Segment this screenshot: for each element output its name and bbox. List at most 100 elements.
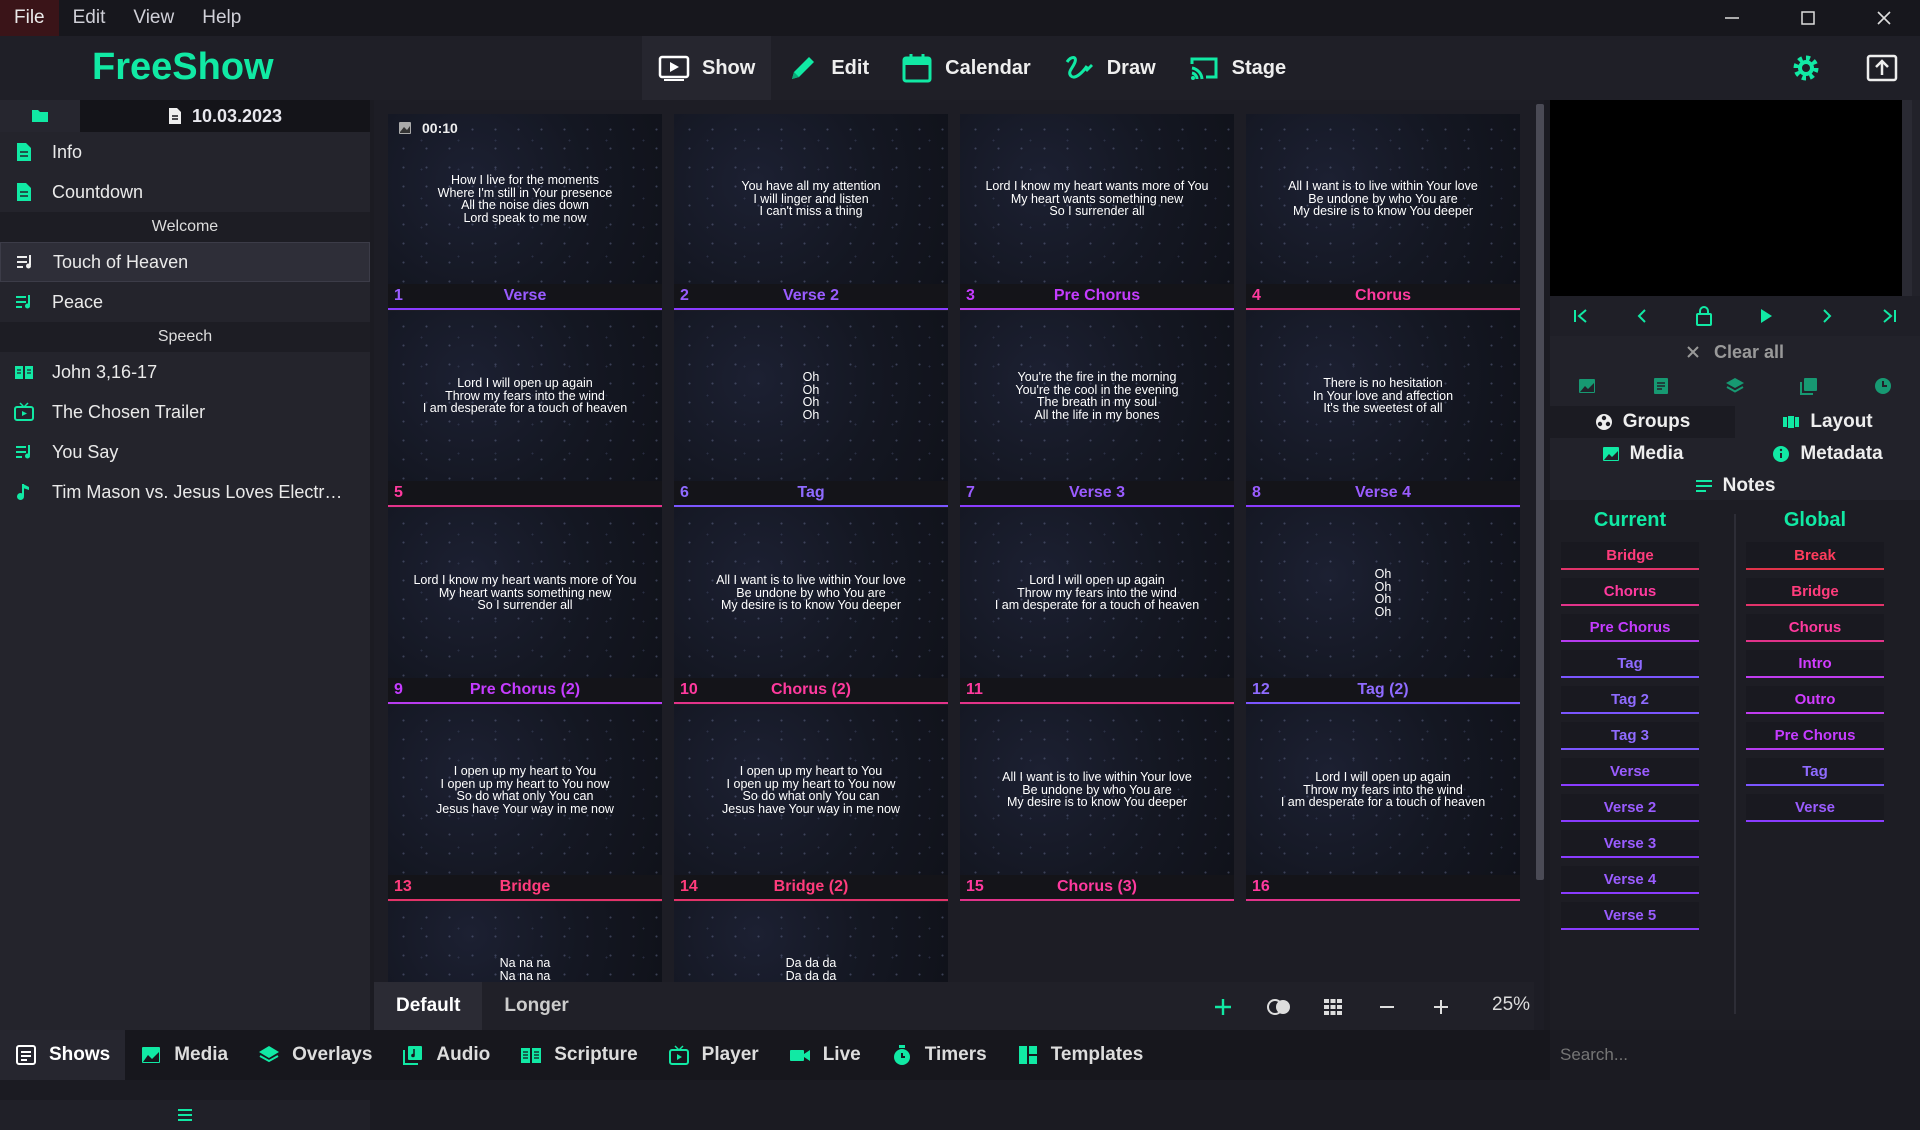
layout-tab-default[interactable]: Default [374,982,483,1030]
slide-card[interactable]: All I want is to live within Your love B… [1246,114,1520,310]
skip-first-icon[interactable] [1572,307,1590,325]
project-item-touch-of-heaven[interactable]: Touch of Heaven [0,242,370,282]
group-button[interactable]: Verse [1561,758,1699,786]
play-icon[interactable] [1757,307,1775,325]
tab-edit[interactable]: Edit [771,36,885,100]
project-item-tim-mason[interactable]: Tim Mason vs. Jesus Loves Electr… [0,472,370,512]
slide-card[interactable]: All I want is to live within Your love B… [960,705,1234,901]
zoom-in-icon[interactable] [1428,994,1454,1020]
next-icon[interactable] [1818,307,1836,325]
slides-scrollbar[interactable] [1534,100,1544,1030]
slide-card[interactable]: Lord I know my heart wants more of You M… [960,114,1234,310]
maximize-icon[interactable] [1770,0,1846,36]
previous-icon[interactable] [1633,307,1651,325]
project-item-peace[interactable]: Peace [0,282,370,322]
output-screen-icon[interactable] [1864,50,1900,86]
drawer-tab-audio[interactable]: Audio [387,1030,505,1080]
tab-show[interactable]: Show [642,36,772,100]
clear-all-button[interactable]: Clear all [1550,336,1920,368]
group-button[interactable]: Verse 4 [1561,866,1699,894]
slide-card[interactable]: You have all my attention I will linger … [674,114,948,310]
slide-card[interactable]: I open up my heart to You I open up my h… [388,705,662,901]
slide-card[interactable]: All I want is to live within Your love B… [674,508,948,704]
lock-icon[interactable] [1695,306,1713,326]
slide-card[interactable]: Lord I will open up again Throw my fears… [388,311,662,507]
clear-audio-icon[interactable] [1799,376,1819,396]
project-list-toggle[interactable] [0,1100,370,1130]
tab-notes[interactable]: Notes [1550,470,1920,502]
clear-slide-icon[interactable] [1651,376,1671,396]
drawer-tab-overlays[interactable]: Overlays [243,1030,387,1080]
group-button[interactable]: Chorus [1561,578,1699,606]
group-button[interactable]: Intro [1746,650,1884,678]
menu-file[interactable]: File [0,0,59,36]
add-layout-icon[interactable] [1210,994,1236,1020]
drawer-tab-live[interactable]: Live [774,1030,876,1080]
project-title[interactable]: 10.03.2023 [80,100,370,132]
output-preview[interactable] [1550,100,1902,296]
project-item-john[interactable]: John 3,16-17 [0,352,370,392]
project-item-countdown[interactable]: Countdown [0,172,370,212]
group-button[interactable]: Tag 3 [1561,722,1699,750]
group-button[interactable]: Verse 3 [1561,830,1699,858]
slide-card[interactable]: There is no hesitation In Your love and … [1246,311,1520,507]
group-button[interactable]: Tag [1561,650,1699,678]
project-item-info[interactable]: Info [0,132,370,172]
slide-card[interactable]: Lord I know my heart wants more of You M… [388,508,662,704]
folder-icon[interactable] [0,100,80,132]
group-button[interactable]: Bridge [1746,578,1884,606]
slide-card[interactable]: Oh Oh Oh Oh 12 Tag (2) [1246,508,1520,704]
tab-metadata[interactable]: Metadata [1735,438,1920,470]
slide-card[interactable]: Da da da Da da da [674,902,948,982]
skip-last-icon[interactable] [1880,307,1898,325]
group-button[interactable]: Tag [1746,758,1884,786]
blend-toggle-icon[interactable] [1266,994,1292,1020]
drawer-tab-player[interactable]: Player [653,1030,774,1080]
slide-card[interactable]: 00:10 How I live for the moments Where I'… [388,114,662,310]
slide-card[interactable]: Lord I will open up again Throw my fears… [960,508,1234,704]
drawer-tab-media[interactable]: Media [125,1030,243,1080]
project-item-you-say[interactable]: You Say [0,432,370,472]
slide-card[interactable]: Na na na Na na na [388,902,662,982]
settings-gear-icon[interactable] [1788,50,1824,86]
menu-help[interactable]: Help [188,0,255,36]
minimize-icon[interactable] [1694,0,1770,36]
group-button[interactable]: Verse [1746,794,1884,822]
tab-media[interactable]: Media [1550,438,1735,470]
drawer-tab-scripture[interactable]: Scripture [505,1030,652,1080]
clear-timer-icon[interactable] [1873,376,1893,396]
slide-card[interactable]: You're the fire in the morning You're th… [960,311,1234,507]
clear-background-icon[interactable] [1577,376,1597,396]
drawer-tab-timers[interactable]: Timers [876,1030,1002,1080]
group-button[interactable]: Tag 2 [1561,686,1699,714]
group-button[interactable]: Verse 2 [1561,794,1699,822]
group-button[interactable]: Outro [1746,686,1884,714]
tab-groups[interactable]: Groups [1550,406,1735,438]
tab-draw[interactable]: Draw [1047,36,1172,100]
group-button[interactable]: Pre Chorus [1561,614,1699,642]
menu-edit[interactable]: Edit [59,0,120,36]
layout-tab-longer[interactable]: Longer [482,982,590,1030]
tab-stage[interactable]: Stage [1172,36,1302,100]
zoom-out-icon[interactable] [1374,994,1400,1020]
tab-layout[interactable]: Layout [1735,406,1920,438]
project-item-chosen-trailer[interactable]: The Chosen Trailer [0,392,370,432]
menu-view[interactable]: View [119,0,188,36]
close-icon[interactable] [1846,0,1920,36]
scrollbar-thumb[interactable] [1536,104,1544,880]
group-button[interactable]: Bridge [1561,542,1699,570]
group-button[interactable]: Chorus [1746,614,1884,642]
clear-overlays-icon[interactable] [1725,376,1745,396]
group-button[interactable]: Break [1746,542,1884,570]
slide-card[interactable]: I open up my heart to You I open up my h… [674,705,948,901]
preview-scrollbar[interactable] [1902,100,1912,296]
group-button[interactable]: Verse 5 [1561,902,1699,930]
slide-card[interactable]: Oh Oh Oh Oh 6 Tag [674,311,948,507]
group-button[interactable]: Pre Chorus [1746,722,1884,750]
tab-calendar[interactable]: Calendar [885,36,1047,100]
slide-card[interactable]: Lord I will open up again Throw my fears… [1246,705,1520,901]
search-input[interactable] [1550,1030,1920,1080]
drawer-tab-templates[interactable]: Templates [1002,1030,1159,1080]
grid-view-icon[interactable] [1320,994,1346,1020]
drawer-tab-shows[interactable]: Shows [0,1030,126,1080]
